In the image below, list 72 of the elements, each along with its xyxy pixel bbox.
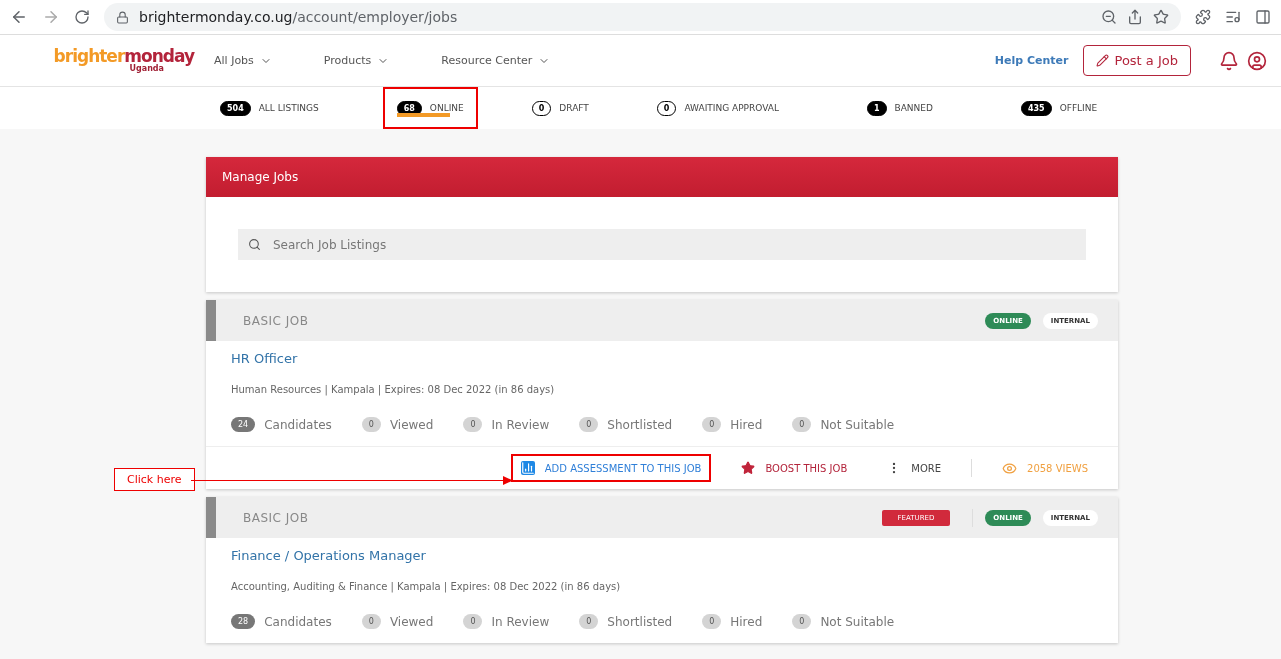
eye-icon [1002,460,1017,476]
stat-label: Candidates [264,614,332,629]
count-badge: 0 [463,417,483,432]
bar-chart-icon [520,461,535,475]
job-meta: Human Resources | Kampala | Expires: 08 Dec 2022 (in 86 days) [231,384,556,395]
stat-label: Hired [730,614,763,629]
stat-label: In Review [491,417,550,432]
share-icon[interactable] [1127,9,1143,25]
star-icon [741,461,756,475]
post-job-button[interactable]: Post a Job [1082,45,1191,76]
user-icon[interactable] [1247,50,1267,71]
stat-label: Shortlisted [607,614,673,629]
job-action-button[interactable]: BOOST THIS JOB [731,454,858,482]
side-panel-icon[interactable] [1255,9,1271,25]
lock-icon [116,10,129,24]
count-badge: 0 [579,417,599,432]
reload-icon[interactable] [74,9,90,25]
listing-tab[interactable]: 504 ALL LISTINGS [206,87,333,129]
count-badge: 0 [361,614,381,629]
stat-label: Not Suitable [820,614,895,629]
count-badge: 0 [579,614,599,629]
callout-label: Click here [114,468,195,491]
back-icon[interactable] [10,8,28,26]
count-badge: 0 [792,417,812,432]
job-title-link[interactable]: Finance / Operations Manager [231,548,1093,563]
job-title-link[interactable]: HR Officer [231,351,1093,366]
count-badge: 0 [792,614,812,629]
stat-label: Hired [730,417,763,432]
job-type: BASIC JOB [243,313,310,328]
stat-label: In Review [491,614,550,629]
count-badge: 1 [866,100,887,116]
count-badge: 0 [656,100,677,116]
search-field[interactable]: Search Job Listings [238,229,1086,260]
active-underline [396,113,450,117]
zoom-icon[interactable] [1101,9,1117,25]
nav-menu[interactable]: All Jobs [208,53,278,68]
listing-tab[interactable]: 68 ONLINE [382,87,478,129]
url-text: brightermonday.co.ug/account/employer/jobs [139,9,459,25]
count-badge: 435 [1020,100,1052,116]
stat-label: Viewed [389,417,434,432]
nav-menu[interactable]: Resource Center [435,53,557,68]
search-icon [248,238,261,251]
count-badge: 28 [231,614,256,629]
help-center-link[interactable]: Help Center [994,54,1069,67]
stat-label: Shortlisted [607,417,673,432]
card-header: Manage Jobs [206,157,1118,197]
job-action-button[interactable]: MORE [877,454,951,482]
job-meta: Accounting, Auditing & Finance | Kampala | Expires: 08 Dec 2022 (in 86 days) [231,581,622,592]
listing-tab[interactable]: 435 OFFLINE [1006,87,1112,129]
address-bar[interactable]: brightermonday.co.ug/account/employer/jobs [104,3,1181,31]
stat-label: Not Suitable [820,417,895,432]
extensions-icon[interactable] [1195,9,1211,25]
bookmark-star-icon[interactable] [1153,9,1169,25]
count-badge: 0 [463,614,483,629]
listing-tab[interactable]: 1 BANNED [852,87,947,129]
logo[interactable]: brightermonday Uganda [14,48,194,73]
job-action-button[interactable]: ADD ASSESSMENT TO THIS JOB [510,454,712,482]
count-badge: 0 [361,417,381,432]
job-type: BASIC JOB [243,510,310,525]
count-badge: 24 [231,417,256,432]
count-badge: 0 [531,100,552,116]
pencil-icon [1095,54,1109,67]
stat-label: Candidates [264,417,332,432]
media-icon[interactable] [1225,9,1241,25]
listing-tab[interactable]: 0 AWAITING APPROVAL [642,87,793,129]
nav-menu[interactable]: Products [317,53,396,68]
count-badge: 0 [702,614,722,629]
listing-tab[interactable]: 0 DRAFT [517,87,603,129]
bell-icon[interactable] [1219,50,1239,71]
count-badge: 0 [702,417,722,432]
stat-label: Viewed [389,614,434,629]
count-badge: 504 [220,100,251,116]
